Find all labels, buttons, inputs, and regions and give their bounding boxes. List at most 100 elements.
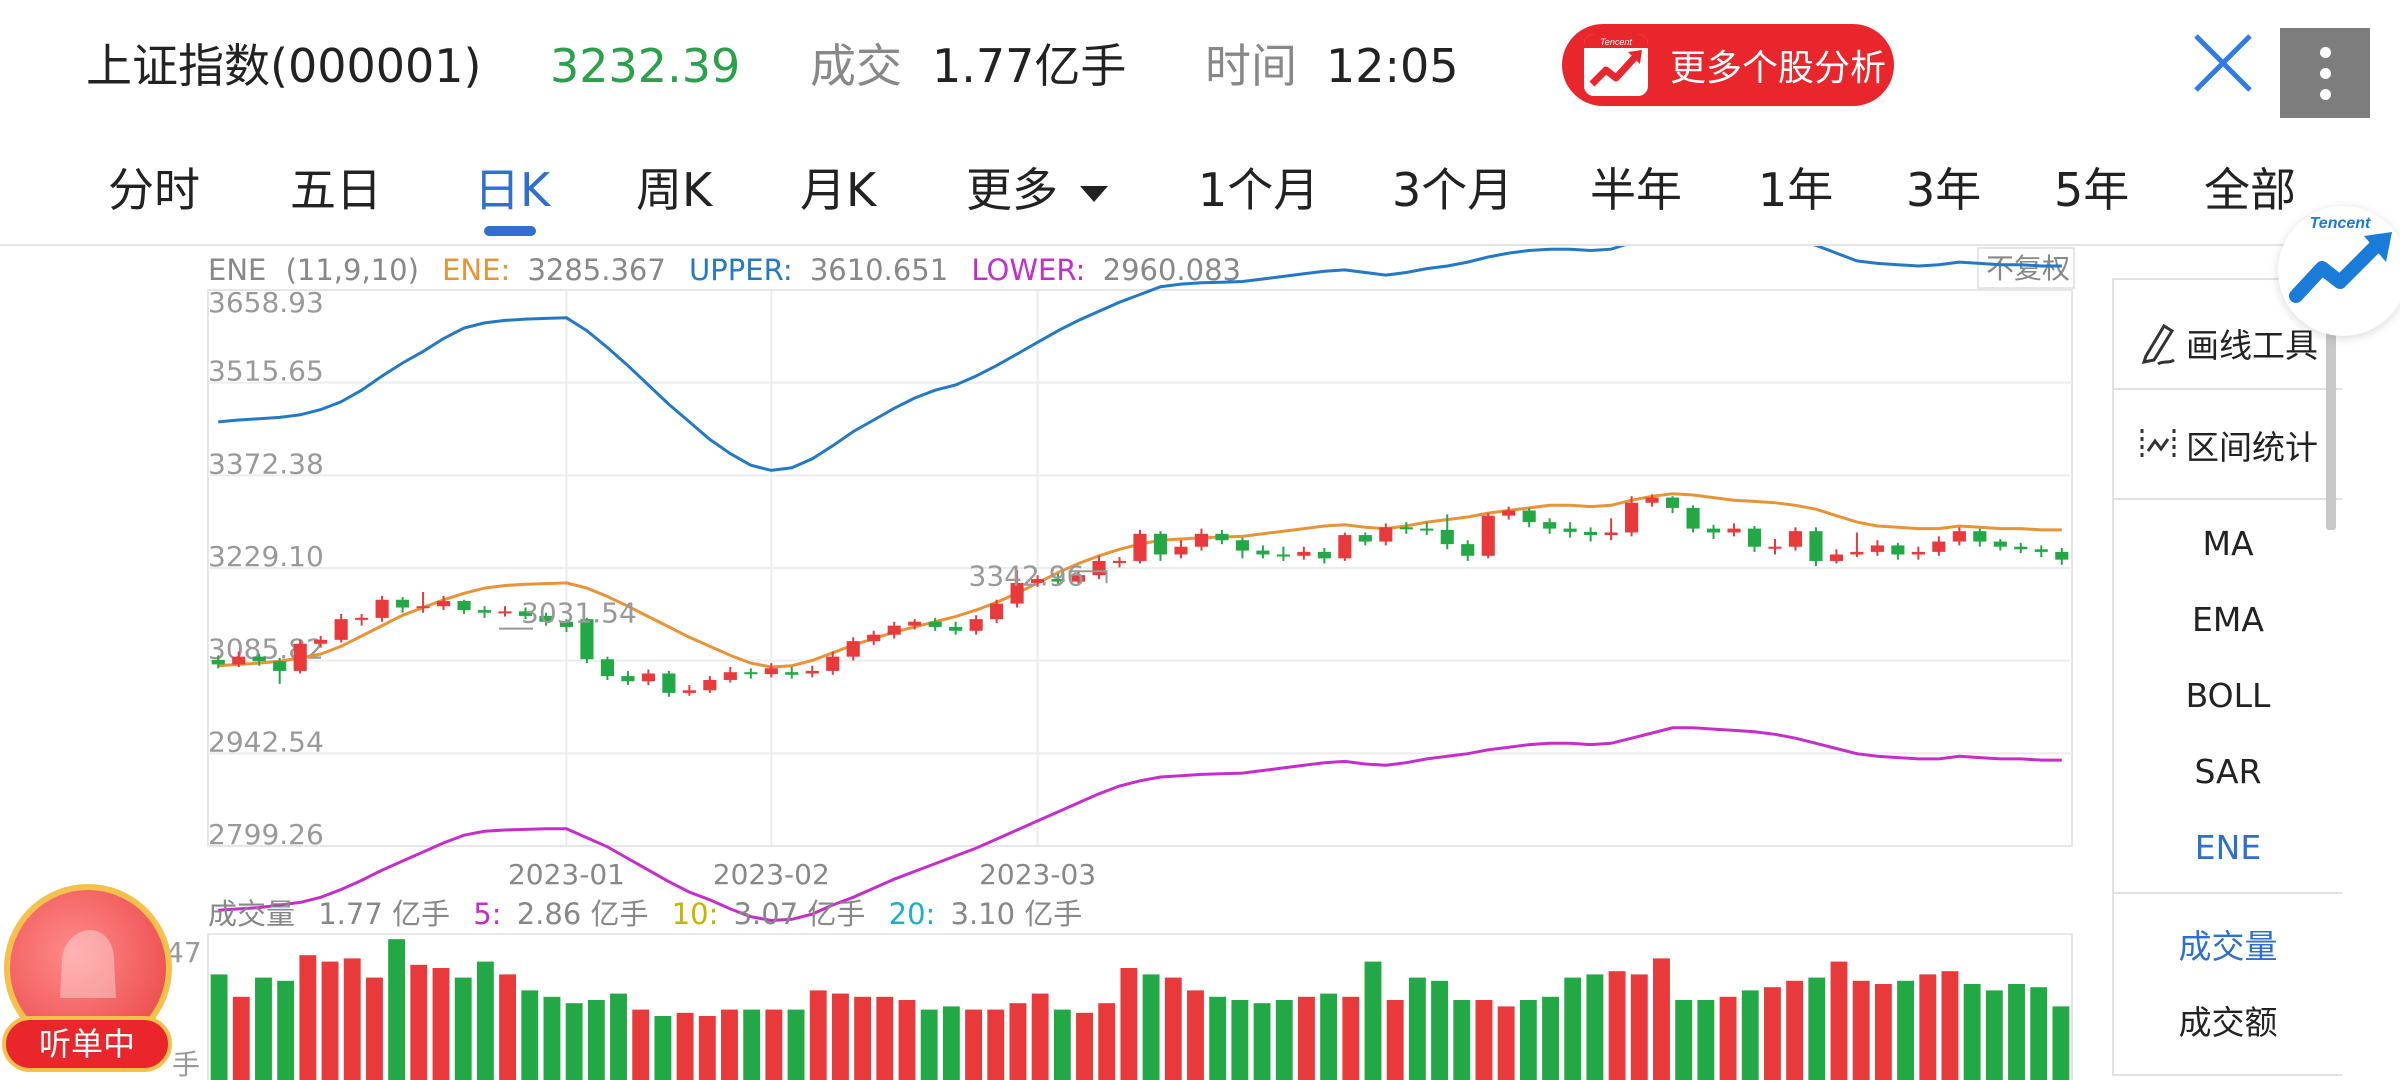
- volume-bar: [365, 977, 383, 1080]
- kline-chart[interactable]: 不复权 ENE (11,9,10) ENE: 3285.367 UPPER: 3…: [0, 246, 2112, 1080]
- indicator-boll[interactable]: BOLL: [2114, 676, 2342, 715]
- listen-order-badge[interactable]: 听单中: [0, 884, 180, 1080]
- candle-body: [1502, 510, 1516, 516]
- candle: [1338, 532, 1352, 561]
- candle-body: [355, 617, 369, 620]
- candle-body: [1809, 531, 1823, 561]
- candle: [2014, 542, 2028, 554]
- tab-five-day[interactable]: 五日: [290, 160, 382, 220]
- candle: [1153, 531, 1168, 561]
- candle: [785, 667, 799, 679]
- volume-bar: [321, 961, 339, 1080]
- legend-ene-name: ENE: [208, 253, 266, 287]
- tab-weekly-k[interactable]: 周K: [636, 160, 712, 220]
- lower-band-line: [218, 726, 2062, 923]
- price-axis-label: 3658.93: [208, 286, 324, 319]
- candle-body: [1522, 510, 1536, 523]
- candle-body: [1973, 531, 1987, 542]
- candle: [846, 637, 860, 661]
- tab-3-month[interactable]: 3个月: [1392, 160, 1513, 220]
- close-icon: [2194, 34, 2252, 92]
- candle-body: [1891, 545, 1905, 555]
- indicator-ma[interactable]: MA: [2114, 524, 2342, 563]
- volume-bar-series: [210, 939, 2070, 1080]
- ene-line: [218, 492, 2062, 669]
- legend-ene-value: 3285.367: [527, 253, 665, 287]
- volume-bar: [2008, 984, 2025, 1080]
- sub-indicator-volume[interactable]: 成交量: [2114, 920, 2342, 968]
- candle: [600, 656, 614, 680]
- candle-body: [498, 611, 512, 614]
- volume-ma5-label: 5:: [473, 897, 501, 931]
- candle-body: [314, 639, 328, 644]
- volume-bar: [1763, 987, 1781, 1080]
- more-options-button[interactable]: [2280, 28, 2370, 118]
- volume-bar: [543, 996, 561, 1080]
- candle: [1952, 527, 1966, 546]
- candle-body: [908, 621, 922, 626]
- candle-body: [1440, 529, 1454, 545]
- tab-intraday[interactable]: 分时: [108, 160, 200, 220]
- legend-ene-params: (11,9,10): [286, 253, 419, 287]
- candle-body: [1727, 528, 1741, 533]
- indicator-ene[interactable]: ENE: [2114, 828, 2342, 867]
- candle-body: [1604, 532, 1618, 536]
- tab-5-year[interactable]: 5年: [2054, 160, 2129, 220]
- tab-3-year[interactable]: 3年: [1906, 160, 1981, 220]
- candle: [887, 621, 901, 639]
- chart-grid: [208, 290, 2072, 846]
- price-annotation-label: 3342.96: [969, 559, 1085, 592]
- candle: [1461, 540, 1475, 561]
- candle: [1706, 524, 1721, 539]
- tab-monthly-k[interactable]: 月K: [800, 160, 876, 220]
- volume-bar: [876, 996, 894, 1080]
- volume-bar: [765, 1009, 783, 1080]
- adjust-label: 不复权: [1986, 252, 2070, 285]
- candle-body: [1174, 546, 1188, 555]
- candle: [805, 665, 819, 678]
- volume-bar: [1231, 1000, 1249, 1080]
- candle: [457, 599, 471, 614]
- volume-bar: [898, 1000, 916, 1080]
- interval-stats-button[interactable]: 区间统计: [2114, 410, 2342, 480]
- candle-body: [785, 672, 799, 675]
- candle: [1891, 542, 1905, 560]
- tab-1-year[interactable]: 1年: [1758, 160, 1833, 220]
- tab-more[interactable]: 更多: [966, 160, 1108, 220]
- candle: [2055, 548, 2069, 565]
- volume-bar: [410, 964, 428, 1080]
- volume-bar: [1142, 974, 1160, 1080]
- tab-half-year[interactable]: 半年: [1590, 160, 1682, 220]
- price-axis-labels: 3658.933515.653372.383229.103085.822942.…: [208, 286, 324, 851]
- candle-body: [990, 603, 1004, 620]
- volume-bar: [920, 1009, 938, 1080]
- side-panel-scrollbar[interactable]: [2326, 330, 2336, 530]
- candle-body: [1645, 497, 1659, 503]
- date-axis-label: 2023-03: [979, 858, 1096, 891]
- tencent-stock-fab[interactable]: Tencent: [2278, 206, 2400, 336]
- candle-body: [2055, 551, 2069, 560]
- price-axis-label: 3229.10: [208, 540, 324, 573]
- tab-1-month[interactable]: 1个月: [1198, 160, 1319, 220]
- volume-bar: [965, 1009, 983, 1080]
- volume-bar: [721, 1009, 738, 1080]
- volume-bar: [1187, 990, 1204, 1080]
- candle-body: [928, 621, 942, 627]
- candle: [396, 597, 410, 613]
- volume-legend-label: 成交量: [208, 897, 295, 931]
- indicator-ema[interactable]: EMA: [2114, 600, 2342, 639]
- indicator-sar[interactable]: SAR: [2114, 752, 2342, 791]
- tab-daily-k[interactable]: 日K: [474, 160, 550, 220]
- candle: [1092, 555, 1106, 580]
- candle: [1481, 513, 1495, 559]
- sub-indicator-turnover[interactable]: 成交额: [2114, 996, 2342, 1044]
- candle: [1174, 540, 1188, 559]
- tab-all[interactable]: 全部: [2204, 160, 2296, 220]
- volume-bar: [210, 974, 228, 1080]
- candle: [1604, 518, 1618, 541]
- more-stock-analysis-button[interactable]: Tencent 更多个股分析: [1562, 24, 1894, 106]
- volume-bar: [1941, 971, 1959, 1080]
- volume-bar: [1053, 1009, 1071, 1080]
- close-button[interactable]: [2190, 30, 2256, 96]
- candle-body: [1358, 535, 1372, 542]
